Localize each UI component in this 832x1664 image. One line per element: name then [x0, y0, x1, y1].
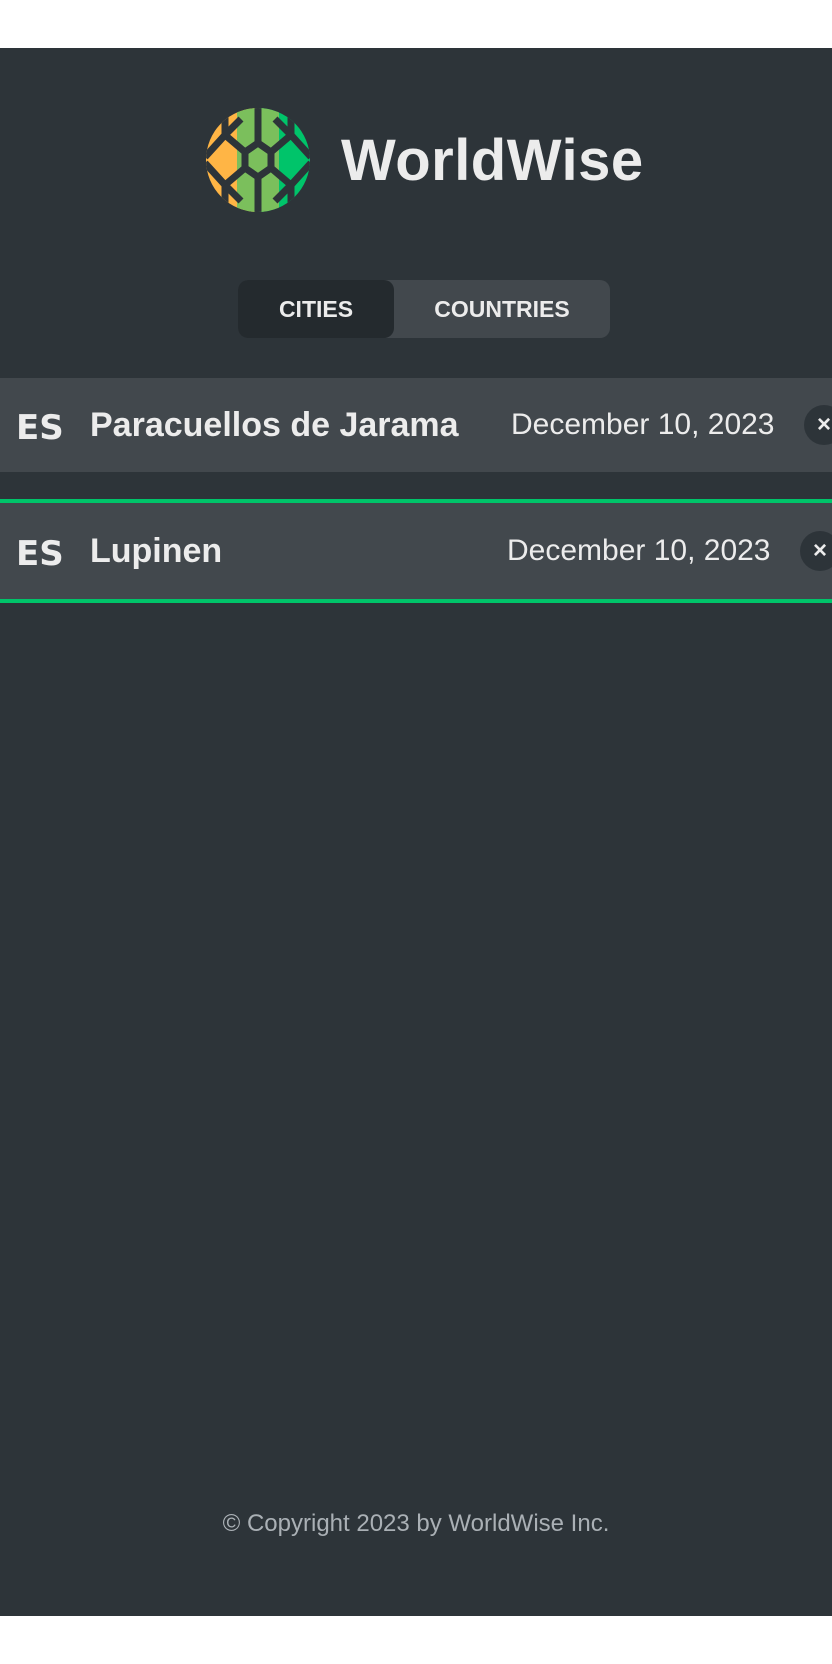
city-name: Paracuellos de Jarama [90, 406, 459, 444]
city-list-item[interactable]: ES Paracuellos de Jarama December 10, 20… [0, 378, 832, 472]
copyright-footer: © Copyright 2023 by WorldWise Inc. [222, 1510, 610, 1537]
city-list-item-selected[interactable]: ES Lupinen December 10, 2023 × [0, 499, 832, 603]
globe-icon [206, 108, 310, 212]
country-code: ES [16, 534, 64, 574]
delete-city-button[interactable]: × [800, 531, 832, 571]
logo[interactable]: WorldWise [205, 107, 644, 213]
city-name: Lupinen [90, 532, 223, 570]
app-sidebar: WorldWise CITIES COUNTRIES ES Paracuello… [0, 48, 832, 1616]
delete-city-button[interactable]: × [804, 405, 832, 445]
tab-cities[interactable]: CITIES [238, 280, 394, 338]
tab-countries[interactable]: COUNTRIES [394, 280, 610, 338]
country-code: ES [16, 408, 64, 448]
city-date: December 10, 2023 [511, 408, 775, 441]
view-tabs: CITIES COUNTRIES [238, 280, 610, 338]
city-date: December 10, 2023 [507, 534, 771, 567]
brand-name: WorldWise [341, 127, 644, 193]
